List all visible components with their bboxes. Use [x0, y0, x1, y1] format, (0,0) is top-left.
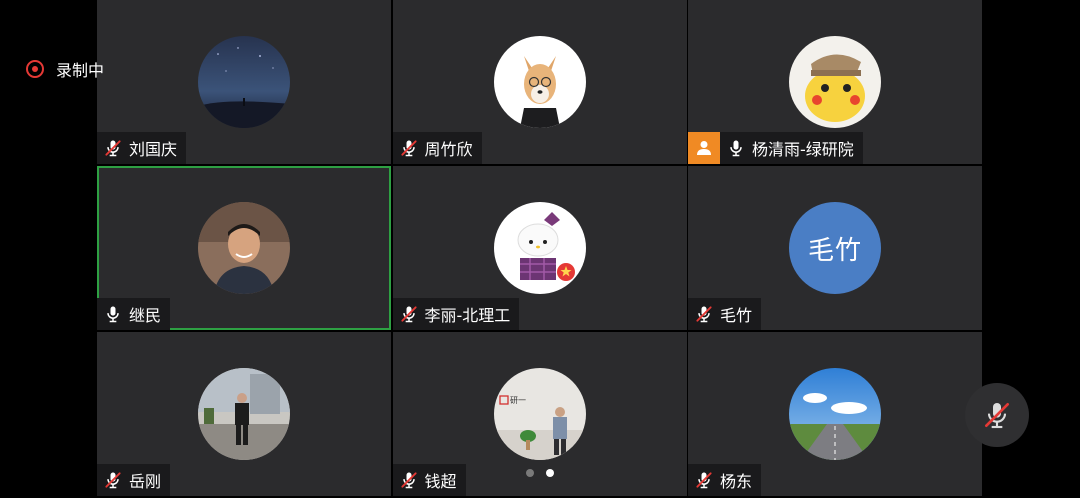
participant-name: 刘国庆	[129, 140, 178, 159]
participant-tile[interactable]: 周竹欣	[392, 0, 687, 164]
mic-icon	[103, 304, 123, 324]
text-avatar: 毛竹	[789, 202, 881, 294]
meeting-screen: 录制中 刘国庆 周竹欣 杨清雨-绿研院 继民 李丽-北理工 毛竹 毛竹 岳刚 研…	[0, 0, 1080, 498]
participant-tile-active[interactable]: 继民	[97, 166, 391, 330]
host-person-icon	[697, 141, 711, 155]
participant-name: 周竹欣	[424, 140, 473, 159]
page-indicator[interactable]	[526, 469, 554, 477]
recording-label: 录制中	[56, 61, 105, 80]
host-badge	[688, 132, 720, 164]
avatar-man-portrait	[198, 202, 290, 294]
avatar-office-person: 研一	[493, 368, 586, 460]
avatar-pikachu	[789, 36, 881, 128]
name-bar: 刘国庆	[97, 132, 187, 164]
participant-tile[interactable]: 李丽-北理工	[392, 166, 687, 330]
participant-tile[interactable]: 杨东	[688, 332, 982, 496]
page-dot-current[interactable]	[546, 469, 554, 477]
participant-name: 杨清雨-绿研院	[752, 140, 854, 159]
participant-name: 岳刚	[129, 472, 162, 491]
mic-muted-icon	[399, 138, 419, 158]
record-icon	[26, 60, 44, 78]
name-bar: 李丽-北理工	[392, 298, 520, 330]
self-mic-toggle-button[interactable]	[965, 383, 1029, 447]
avatar-highway-sky	[789, 368, 881, 460]
mic-icon	[726, 138, 746, 158]
participant-name: 钱超	[424, 472, 457, 491]
participant-tile[interactable]: 毛竹 毛竹	[688, 166, 982, 330]
mic-muted-icon	[103, 138, 123, 158]
avatar-street-person	[198, 368, 290, 460]
avatar-hello-kitty	[493, 202, 586, 294]
name-bar: 杨东	[688, 464, 762, 496]
mic-muted-icon	[399, 304, 419, 324]
sign-text: 研一	[510, 396, 526, 405]
name-bar: 岳刚	[97, 464, 171, 496]
mic-muted-icon	[399, 470, 419, 490]
name-bar: 继民	[97, 298, 171, 330]
mic-muted-icon	[694, 470, 714, 490]
participant-name: 杨东	[720, 472, 753, 491]
mic-muted-icon	[694, 304, 714, 324]
name-bar: 周竹欣	[392, 132, 482, 164]
participant-name: 李丽-北理工	[424, 306, 511, 325]
avatar-shiba-dog	[493, 36, 586, 128]
name-bar: 杨清雨-绿研院	[688, 132, 863, 164]
participant-name: 毛竹	[720, 306, 753, 325]
participant-tile[interactable]: 杨清雨-绿研院	[688, 0, 982, 164]
name-bar: 毛竹	[688, 298, 762, 330]
avatar-night-sky	[198, 36, 290, 128]
video-grid: 刘国庆 周竹欣 杨清雨-绿研院 继民 李丽-北理工 毛竹 毛竹 岳刚 研一 钱超…	[97, 0, 982, 498]
recording-indicator[interactable]: 录制中	[26, 57, 104, 81]
participant-name: 继民	[129, 306, 162, 325]
participant-tile[interactable]: 岳刚	[97, 332, 391, 496]
page-dot[interactable]	[526, 469, 534, 477]
mic-muted-icon	[103, 470, 123, 490]
participant-tile[interactable]: 刘国庆	[97, 0, 391, 164]
name-bar: 钱超	[392, 464, 466, 496]
mic-muted-icon	[985, 403, 1009, 429]
